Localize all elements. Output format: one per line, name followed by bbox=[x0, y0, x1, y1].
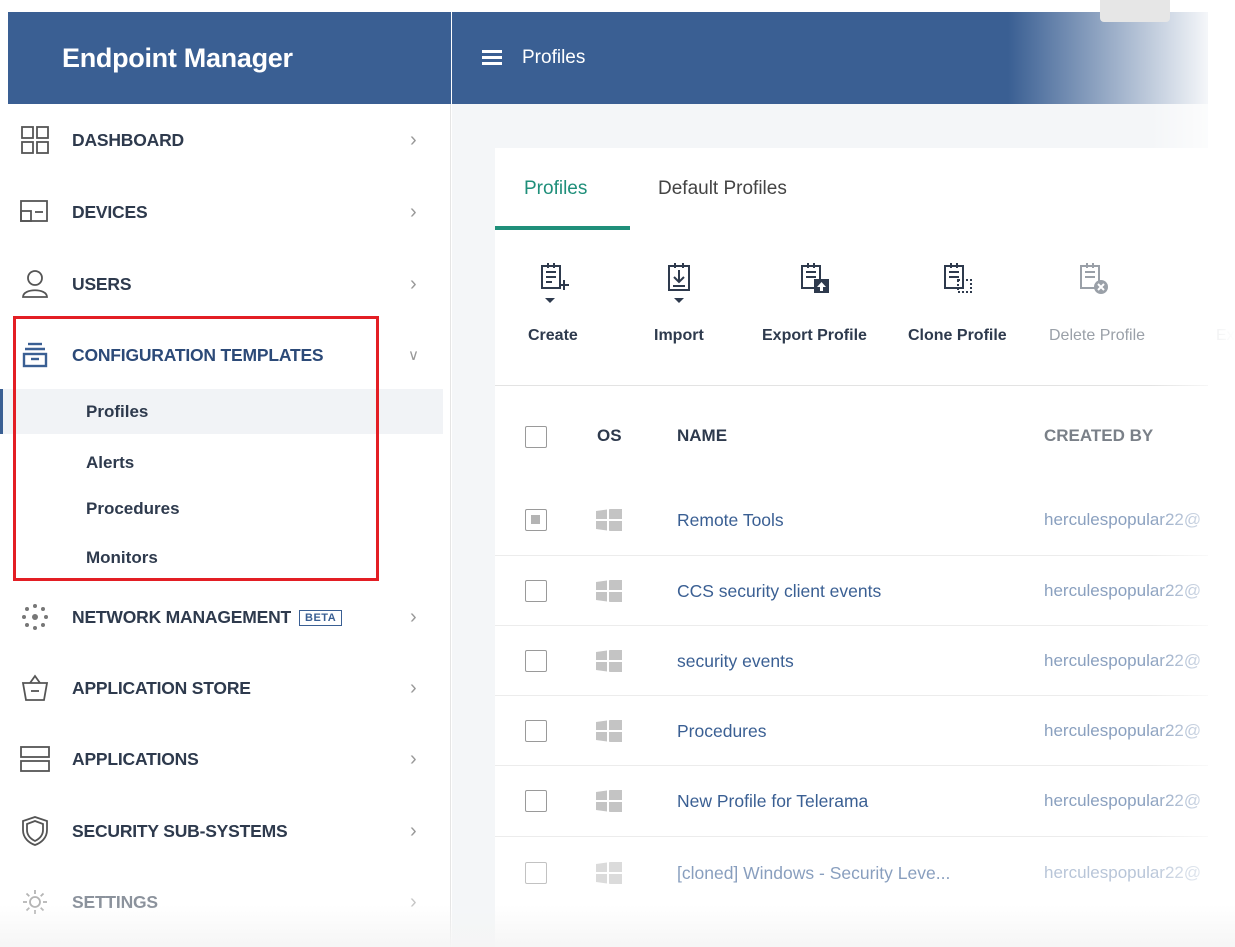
tab-profiles[interactable]: Profiles bbox=[524, 178, 587, 200]
delete-profile-button-label[interactable]: Delete Profile bbox=[1049, 327, 1145, 345]
export-profile-button-label[interactable]: Export Profile bbox=[762, 327, 867, 345]
toolbar-divider bbox=[495, 385, 1208, 386]
windows-icon bbox=[596, 862, 622, 884]
sidebar-item-devices[interactable]: DEVICES › bbox=[0, 192, 443, 232]
row-checkbox[interactable] bbox=[525, 720, 547, 742]
row-divider bbox=[495, 765, 1208, 766]
sidebar-item-network-management[interactable]: NETWORK MANAGEMENT BETA › bbox=[0, 597, 443, 637]
sidebar-item-label: DASHBOARD bbox=[72, 129, 184, 150]
import-profile-icon bbox=[668, 263, 690, 303]
sidebar-subitem-label: Alerts bbox=[86, 452, 135, 472]
sidebar-item-label: SECURITY SUB-SYSTEMS bbox=[72, 820, 288, 841]
select-all-checkbox[interactable] bbox=[525, 426, 547, 448]
profile-name-link[interactable]: CCS security client events bbox=[677, 581, 881, 602]
templates-icon bbox=[18, 338, 52, 372]
chevron-right-icon: › bbox=[410, 128, 417, 151]
sidebar-item-label: APPLICATION STORE bbox=[72, 677, 251, 698]
windows-icon bbox=[596, 790, 622, 812]
tab-default-profiles[interactable]: Default Profiles bbox=[658, 178, 787, 200]
shield-icon bbox=[18, 814, 52, 848]
row-checkbox[interactable] bbox=[525, 650, 547, 672]
column-header-created-by[interactable]: CREATED BY bbox=[1044, 426, 1153, 446]
beta-badge: BETA bbox=[299, 609, 343, 626]
row-divider bbox=[495, 695, 1208, 696]
row-divider bbox=[495, 625, 1208, 626]
windows-icon bbox=[596, 509, 622, 531]
windows-icon bbox=[596, 650, 622, 672]
devices-icon bbox=[18, 195, 52, 229]
page-title: Profiles bbox=[522, 47, 586, 68]
profile-name-link[interactable]: Remote Tools bbox=[677, 510, 784, 531]
sidebar-subitem-label: Procedures bbox=[86, 498, 180, 518]
create-button[interactable] bbox=[538, 262, 572, 308]
header-fade bbox=[1008, 12, 1208, 104]
chevron-right-icon: › bbox=[410, 819, 417, 842]
sidebar-subitem-procedures[interactable]: Procedures bbox=[0, 486, 443, 531]
app-title: Endpoint Manager bbox=[62, 42, 293, 73]
page-header: Profiles bbox=[452, 12, 1208, 104]
sidebar-subitem-label: Monitors bbox=[86, 547, 158, 567]
clone-profile-icon bbox=[944, 263, 972, 293]
import-button-label[interactable]: Import bbox=[654, 327, 704, 345]
sidebar-item-label: APPLICATIONS bbox=[72, 748, 199, 769]
delete-profile-icon bbox=[1080, 263, 1108, 294]
chevron-right-icon: › bbox=[410, 676, 417, 699]
right-edge-fade bbox=[1150, 104, 1235, 947]
sidebar-item-label: NETWORK MANAGEMENT BETA bbox=[72, 606, 343, 628]
dashboard-icon bbox=[18, 123, 52, 157]
network-icon bbox=[18, 600, 52, 634]
app-header: Endpoint Manager bbox=[8, 12, 451, 104]
export-profile-button[interactable] bbox=[799, 262, 833, 298]
sidebar-item-configuration-templates[interactable]: CONFIGURATION TEMPLATES ∨ bbox=[0, 335, 443, 375]
menu-icon[interactable] bbox=[482, 50, 502, 66]
profile-name-link[interactable]: security events bbox=[677, 651, 794, 672]
import-button[interactable] bbox=[666, 262, 696, 308]
collapse-header-tab[interactable] bbox=[1100, 0, 1170, 22]
user-icon bbox=[18, 267, 52, 301]
row-checkbox[interactable] bbox=[525, 580, 547, 602]
sidebar-item-label: USERS bbox=[72, 273, 132, 294]
create-profile-icon bbox=[541, 263, 569, 303]
row-checkbox[interactable] bbox=[525, 509, 547, 531]
clone-profile-button-label[interactable]: Clone Profile bbox=[908, 327, 1007, 345]
sidebar-item-security-sub-systems[interactable]: SECURITY SUB-SYSTEMS › bbox=[0, 811, 443, 851]
windows-icon bbox=[596, 720, 622, 742]
sidebar-subitem-alerts[interactable]: Alerts bbox=[0, 440, 443, 485]
sidebar-item-label: CONFIGURATION TEMPLATES bbox=[72, 344, 324, 365]
sidebar-subitem-monitors[interactable]: Monitors bbox=[0, 535, 443, 580]
chevron-right-icon: › bbox=[410, 200, 417, 223]
sidebar-subitem-profiles[interactable]: Profiles bbox=[0, 389, 443, 434]
applications-icon bbox=[18, 742, 52, 776]
chevron-right-icon: › bbox=[410, 272, 417, 295]
profile-name-link[interactable]: New Profile for Telerama bbox=[677, 791, 868, 812]
sidebar-item-dashboard[interactable]: DASHBOARD › bbox=[0, 120, 443, 160]
windows-icon bbox=[596, 580, 622, 602]
active-tab-indicator bbox=[495, 226, 630, 230]
bottom-edge-fade bbox=[0, 905, 1235, 947]
sidebar-item-label: DEVICES bbox=[72, 201, 148, 222]
create-button-label[interactable]: Create bbox=[528, 327, 578, 345]
profile-name-link[interactable]: [cloned] Windows - Security Leve... bbox=[677, 863, 950, 884]
sidebar-item-applications[interactable]: APPLICATIONS › bbox=[0, 739, 443, 779]
chevron-right-icon: › bbox=[410, 605, 417, 628]
row-divider bbox=[495, 836, 1208, 837]
sidebar-item-application-store[interactable]: APPLICATION STORE › bbox=[0, 668, 443, 708]
clone-profile-button[interactable] bbox=[942, 262, 976, 298]
sidebar-item-label-text: NETWORK MANAGEMENT bbox=[72, 606, 292, 627]
chevron-right-icon: › bbox=[410, 747, 417, 770]
sidebar-item-users[interactable]: USERS › bbox=[0, 264, 443, 304]
sidebar-subitem-label: Profiles bbox=[86, 401, 149, 421]
profile-name-link[interactable]: Procedures bbox=[677, 721, 767, 742]
delete-profile-button[interactable] bbox=[1078, 262, 1112, 298]
row-checkbox[interactable] bbox=[525, 862, 547, 884]
row-divider bbox=[495, 555, 1208, 556]
export-profile-icon bbox=[801, 263, 829, 293]
row-checkbox[interactable] bbox=[525, 790, 547, 812]
column-header-name[interactable]: NAME bbox=[677, 426, 727, 446]
chevron-down-icon: ∨ bbox=[408, 347, 419, 364]
column-header-os[interactable]: OS bbox=[597, 426, 622, 446]
store-icon bbox=[18, 671, 52, 705]
